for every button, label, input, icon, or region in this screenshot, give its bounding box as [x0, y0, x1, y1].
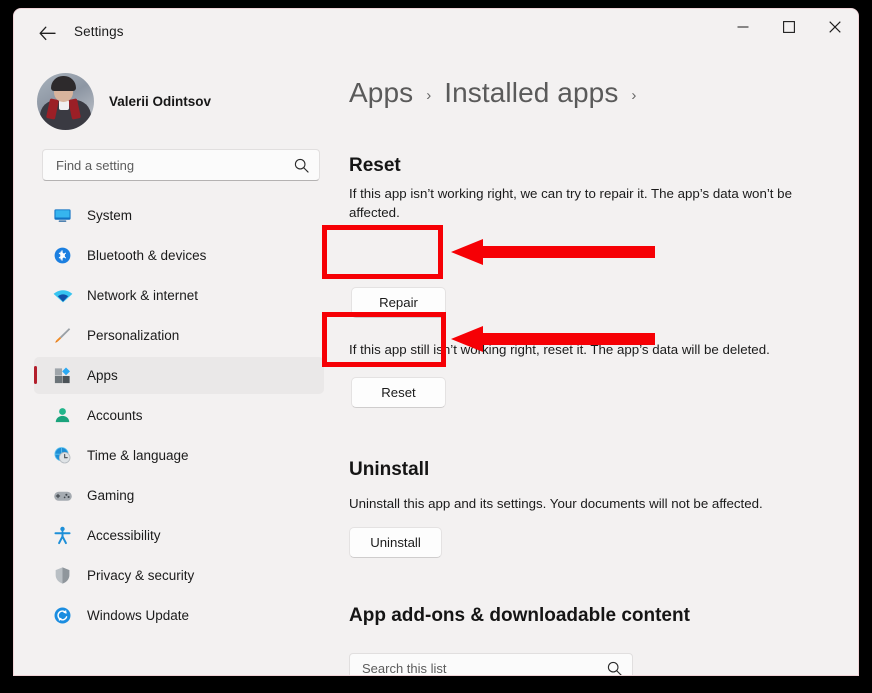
wifi-icon — [52, 285, 73, 306]
breadcrumb-separator: › — [631, 87, 637, 104]
title-bar: Settings — [14, 9, 858, 55]
gamepad-icon — [52, 485, 73, 506]
search-icon — [607, 661, 622, 675]
monitor-icon — [52, 205, 73, 226]
reset-description-2: If this app still isn’t working right, r… — [349, 342, 770, 357]
sidebar-item-time-language[interactable]: Time & language — [34, 437, 324, 474]
reset-section-title: Reset — [349, 155, 401, 176]
sidebar-item-label: Apps — [87, 368, 118, 383]
sidebar-item-label: Privacy & security — [87, 568, 195, 583]
close-button[interactable] — [812, 9, 858, 44]
sidebar-item-privacy-security[interactable]: Privacy & security — [34, 557, 324, 594]
maximize-icon — [783, 20, 795, 33]
account-tile[interactable]: Valerii Odintsov — [37, 73, 211, 130]
back-button[interactable] — [32, 20, 62, 46]
person-icon — [52, 405, 73, 426]
sidebar-item-gaming[interactable]: Gaming — [34, 477, 324, 514]
accessibility-icon — [52, 525, 73, 546]
settings-window: Settings Valerii Odintsov Find a setting… — [13, 8, 859, 676]
sidebar-item-label: Bluetooth & devices — [87, 248, 207, 263]
breadcrumb-separator: › — [426, 87, 432, 104]
app-title: Settings — [74, 24, 124, 39]
sidebar-item-accounts[interactable]: Accounts — [34, 397, 324, 434]
maximize-button[interactable] — [766, 9, 812, 44]
sidebar: Valerii Odintsov System — [14, 55, 336, 675]
update-icon — [52, 605, 73, 626]
account-name: Valerii Odintsov — [109, 94, 212, 109]
sidebar-item-label: Gaming — [87, 488, 135, 503]
sidebar-item-label: Accounts — [87, 408, 143, 423]
main-content: Apps › Installed apps › Reset If this ap… — [336, 55, 858, 675]
sidebar-item-label: Time & language — [87, 448, 189, 463]
repair-button[interactable]: Repair — [351, 287, 446, 318]
sidebar-item-apps[interactable]: Apps — [34, 357, 324, 394]
uninstall-button[interactable]: Uninstall — [349, 527, 442, 558]
reset-description: If this app isn’t working right, we can … — [349, 186, 792, 220]
sidebar-item-personalization[interactable]: Personalization — [34, 317, 324, 354]
breadcrumb-apps[interactable]: Apps — [349, 77, 413, 109]
addons-search-box[interactable] — [349, 653, 633, 675]
sidebar-item-label: Network & internet — [87, 288, 199, 303]
sidebar-item-system[interactable]: System — [34, 197, 324, 234]
sidebar-nav: System Bluetooth & devices Network & int… — [34, 197, 324, 637]
sidebar-item-label: Personalization — [87, 328, 180, 343]
clock-globe-icon — [52, 445, 73, 466]
sidebar-item-network-internet[interactable]: Network & internet — [34, 277, 324, 314]
paintbrush-icon — [52, 325, 73, 346]
breadcrumb-installed-apps[interactable]: Installed apps — [444, 77, 618, 109]
sidebar-item-windows-update[interactable]: Windows Update — [34, 597, 324, 634]
sidebar-item-label: System — [87, 208, 133, 223]
sidebar-item-accessibility[interactable]: Accessibility — [34, 517, 324, 554]
search-icon — [294, 158, 309, 173]
sidebar-item-label: Windows Update — [87, 608, 190, 623]
back-arrow-icon — [39, 26, 56, 40]
search-setting-box[interactable] — [42, 149, 320, 181]
close-icon — [829, 20, 841, 33]
avatar — [37, 73, 94, 130]
minimize-button[interactable] — [720, 9, 766, 44]
sidebar-item-label: Accessibility — [87, 528, 161, 543]
reset-button[interactable]: Reset — [351, 377, 446, 408]
bluetooth-icon — [52, 245, 73, 266]
shield-icon — [52, 565, 73, 586]
uninstall-description: Uninstall this app and its settings. You… — [349, 496, 763, 511]
addons-section-title: App add-ons & downloadable content — [349, 605, 690, 626]
minimize-icon — [737, 25, 749, 28]
apps-icon — [52, 365, 73, 386]
uninstall-section-title: Uninstall — [349, 459, 430, 480]
search-input[interactable] — [56, 157, 294, 173]
sidebar-item-bluetooth-devices[interactable]: Bluetooth & devices — [34, 237, 324, 274]
breadcrumb: Apps › Installed apps › — [349, 77, 636, 109]
addons-search-input[interactable] — [362, 661, 607, 675]
